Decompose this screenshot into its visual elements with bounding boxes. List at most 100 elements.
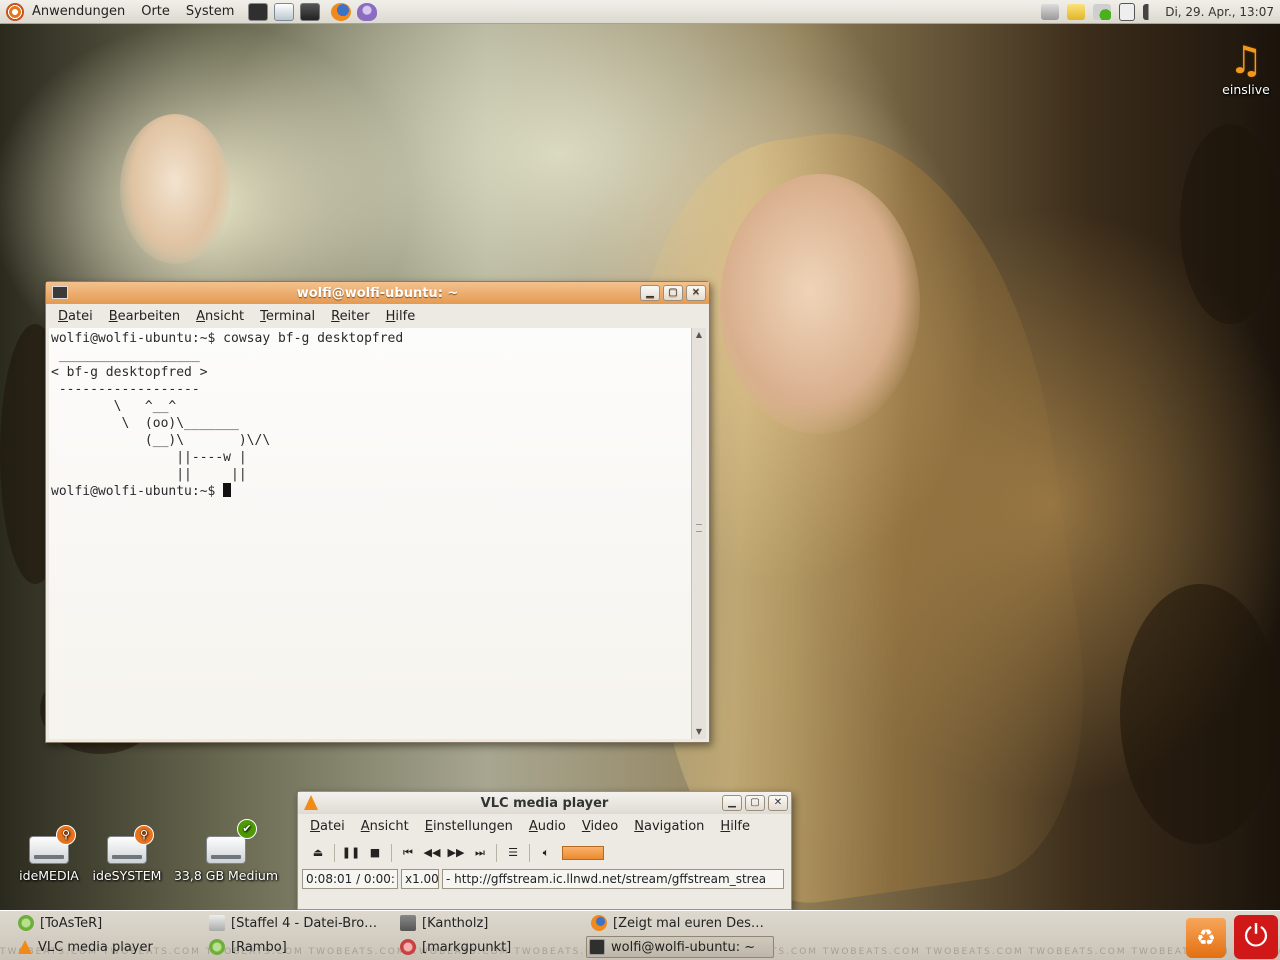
menu-reiter[interactable]: Reiter — [323, 309, 378, 324]
power-button-icon[interactable]: ⏻ — [1234, 915, 1278, 959]
menu-places[interactable]: Orte — [133, 4, 178, 19]
music-note-icon: ♫ — [1228, 38, 1264, 82]
taskbar-item-kantholz[interactable]: [Kantholz] — [398, 912, 584, 934]
menu-terminal[interactable]: Terminal — [252, 309, 323, 324]
network-icon[interactable] — [1041, 4, 1060, 20]
taskbar-item-label: wolfi@wolfi-ubuntu: ~ — [611, 939, 756, 955]
menu-hilfe[interactable]: Hilfe — [378, 309, 424, 324]
menu-system[interactable]: System — [178, 4, 242, 19]
pause-icon[interactable]: ❚❚ — [339, 842, 363, 864]
terminal-scrollbar[interactable]: ▲ ▼ — [691, 328, 706, 739]
terminal-output[interactable]: wolfi@wolfi-ubuntu:~$ cowsay bf-g deskto… — [49, 328, 692, 739]
separator — [391, 844, 392, 862]
menu-ansicht[interactable]: Ansicht — [353, 819, 417, 834]
vlc-menubar: Datei Ansicht Einstellungen Audio Video … — [298, 814, 791, 838]
taskbar-item-label: [ToAsTeR] — [40, 915, 103, 931]
desktop-icon-idesystem[interactable]: ⚲ ideSYSTEM — [88, 825, 166, 883]
desktop-icon-idemedia[interactable]: ⚲ ideMEDIA — [12, 825, 86, 883]
menu-einstellungen[interactable]: Einstellungen — [417, 819, 521, 834]
separator — [334, 844, 335, 862]
taskbar-item-label: [Kantholz] — [422, 915, 489, 931]
wallpaper-stain — [1120, 584, 1280, 844]
workspace-icon[interactable] — [1119, 3, 1136, 21]
drive-icon: ⚲ — [107, 825, 154, 864]
stream-url: - http://gffstream.ic.llnwd.net/stream/g… — [442, 869, 784, 889]
taskbar-item-toaster[interactable]: [ToAsTeR] — [16, 912, 204, 934]
taskbar-item-markgpunkt[interactable]: [markgpunkt] — [398, 936, 584, 958]
menu-ansicht[interactable]: Ansicht — [188, 309, 252, 324]
menu-applications[interactable]: Anwendungen — [24, 4, 133, 19]
folder-icon[interactable] — [1067, 4, 1086, 20]
taskbar-item-vlc[interactable]: VLC media player — [16, 936, 204, 958]
ubuntu-logo-icon[interactable] — [6, 2, 24, 21]
window-title: wolfi@wolfi-ubuntu: ~ — [296, 285, 459, 301]
separator — [496, 844, 497, 862]
chat-window-icon — [400, 915, 416, 931]
close-button[interactable]: ✕ — [686, 285, 706, 301]
desktop-icon-label: einslive — [1222, 82, 1270, 97]
taskbar-item-firefox[interactable]: [Zeigt mal euren Des… — [589, 912, 777, 934]
pidgin-status-icon — [18, 915, 34, 931]
usb-icon: ⚲ — [56, 825, 76, 845]
terminal-launcher-icon[interactable] — [248, 2, 269, 21]
vlc-titlebar[interactable]: VLC media player ▁ ▢ ✕ — [298, 792, 791, 814]
minimize-button[interactable]: ▁ — [722, 795, 742, 811]
menu-hilfe[interactable]: Hilfe — [712, 819, 758, 834]
pidgin-status-icon — [209, 939, 225, 955]
system-tray: Di, 29. Apr., 13:07 — [1037, 0, 1280, 24]
maximize-button[interactable]: ▢ — [745, 795, 765, 811]
taskbar-item-terminal[interactable]: wolfi@wolfi-ubuntu: ~ — [586, 936, 774, 958]
clock[interactable]: Di, 29. Apr., 13:07 — [1161, 5, 1280, 19]
rewind-icon[interactable]: ◀◀ — [420, 842, 444, 864]
terminal-titlebar[interactable]: wolfi@wolfi-ubuntu: ~ ▁ ▢ ✕ — [46, 282, 709, 304]
wallpaper-face-large — [720, 174, 920, 434]
vlc-window[interactable]: VLC media player ▁ ▢ ✕ Datei Ansicht Ein… — [297, 791, 792, 910]
menu-bearbeiten[interactable]: Bearbeiten — [101, 309, 188, 324]
vlc-controls: ⏏ ❚❚ ■ ⏮ ◀◀ ▶▶ ⏭ ☰ 🔈︎ — [298, 838, 791, 868]
taskbar-item-filebrowser[interactable]: [Staffel 4 - Datei-Bro… — [207, 912, 395, 934]
scroll-up-icon[interactable]: ▲ — [692, 328, 706, 342]
window-menu-icon[interactable] — [52, 286, 68, 299]
trash-icon[interactable]: ♻ — [1186, 918, 1226, 958]
volume-slider[interactable] — [562, 846, 604, 860]
desktop-icon-einslive[interactable]: ♫ einslive — [1212, 38, 1280, 97]
file-browser-icon — [209, 915, 225, 931]
menu-datei[interactable]: Datei — [302, 819, 353, 834]
menu-navigation[interactable]: Navigation — [626, 819, 712, 834]
terminal-prompt: wolfi@wolfi-ubuntu:~$ — [51, 484, 224, 499]
taskbar-item-rambo[interactable]: [Rambo] — [207, 936, 395, 958]
terminal-window[interactable]: wolfi@wolfi-ubuntu: ~ ▁ ▢ ✕ Datei Bearbe… — [45, 281, 710, 743]
status-icon[interactable] — [1093, 4, 1112, 20]
terminal-menubar: Datei Bearbeiten Ansicht Terminal Reiter… — [46, 304, 709, 328]
taskbar-item-label: [Staffel 4 - Datei-Bro… — [231, 915, 378, 931]
usb-icon: ⚲ — [134, 825, 154, 845]
stop-icon[interactable]: ■ — [363, 842, 387, 864]
vlc-cone-icon — [304, 795, 318, 810]
volume-icon[interactable] — [1143, 4, 1158, 20]
eject-icon[interactable]: ⏏ — [306, 842, 330, 864]
desktop-icon-label: 33,8 GB Medium — [173, 868, 279, 883]
desktop-icon-label: ideMEDIA — [19, 868, 79, 883]
close-button[interactable]: ✕ — [768, 795, 788, 811]
menu-datei[interactable]: Datei — [50, 309, 101, 324]
screenshot-launcher-icon[interactable] — [300, 2, 321, 21]
menu-audio[interactable]: Audio — [521, 819, 574, 834]
playlist-icon[interactable]: ☰ — [501, 842, 525, 864]
forward-icon[interactable]: ▶▶ — [444, 842, 468, 864]
previous-icon[interactable]: ⏮ — [396, 842, 420, 864]
maximize-button[interactable]: ▢ — [663, 285, 683, 301]
taskbar-item-label: [Zeigt mal euren Des… — [613, 915, 764, 931]
vlc-statusbar: 0:08:01 / 0:00: x1.00 - http://gffstream… — [298, 868, 791, 890]
scroll-down-icon[interactable]: ▼ — [692, 725, 706, 739]
desktop-icon-medium[interactable]: ✔ 33,8 GB Medium — [168, 819, 284, 883]
menu-video[interactable]: Video — [574, 819, 626, 834]
editor-launcher-icon[interactable] — [274, 2, 295, 21]
top-panel: Anwendungen Orte System Di, 29. Apr., 13… — [0, 0, 1280, 24]
minimize-button[interactable]: ▁ — [640, 285, 660, 301]
next-icon[interactable]: ⏭ — [468, 842, 492, 864]
wallpaper-stain — [1180, 124, 1280, 324]
pidgin-launcher-icon[interactable] — [357, 2, 378, 21]
speaker-icon[interactable]: 🔈︎ — [534, 842, 558, 864]
firefox-launcher-icon[interactable] — [331, 2, 352, 21]
text-cursor — [223, 483, 232, 497]
